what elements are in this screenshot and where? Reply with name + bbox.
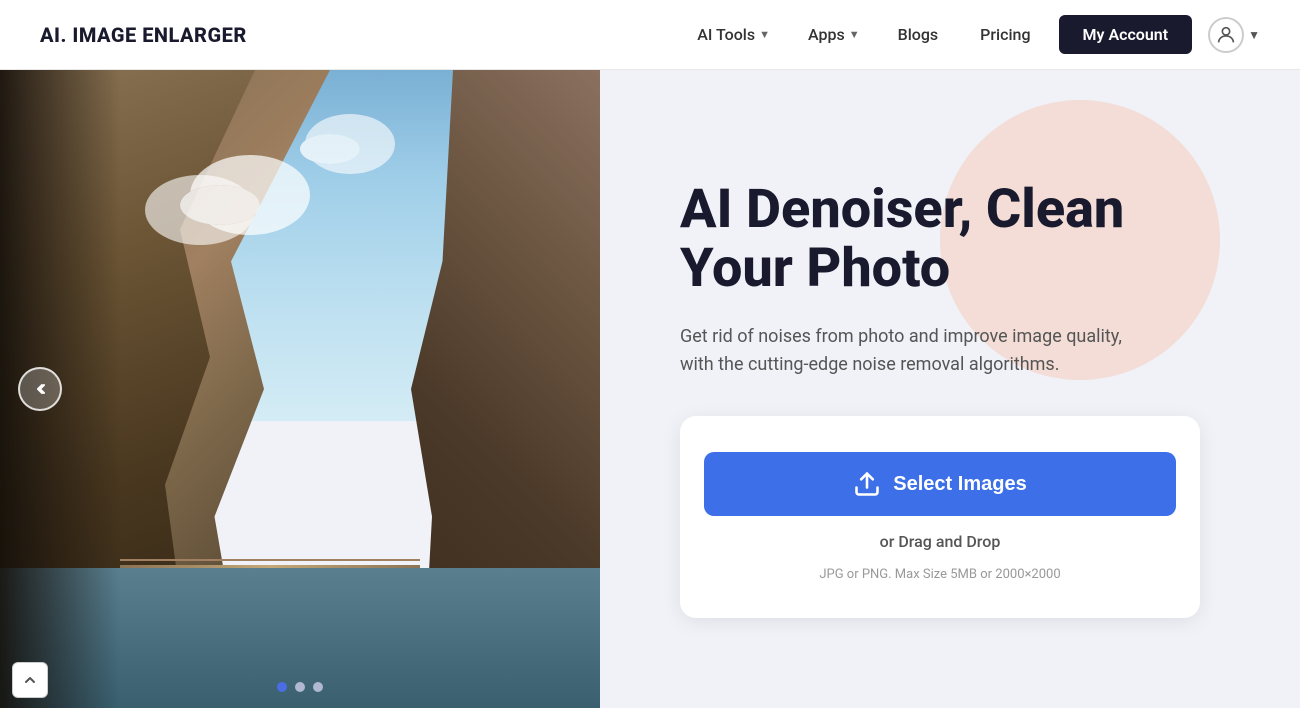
hero-description: Get rid of noises from photo and improve… xyxy=(680,323,1160,381)
select-images-button[interactable]: Select Images xyxy=(704,452,1176,516)
main-content: AI Denoiser, Clean Your Photo Get rid of… xyxy=(0,70,1300,708)
file-hint-text: JPG or PNG. Max Size 5MB or 2000×2000 xyxy=(819,567,1060,582)
content-inner: AI Denoiser, Clean Your Photo Get rid of… xyxy=(680,180,1240,618)
chevron-down-icon: ▼ xyxy=(759,28,770,41)
user-avatar-icon[interactable] xyxy=(1208,17,1244,53)
upload-icon xyxy=(853,470,881,498)
hero-image-panel xyxy=(0,70,600,708)
navbar: AI. IMAGE ENLARGER AI Tools ▼ Apps ▼ Blo… xyxy=(0,0,1300,70)
nav-apps[interactable]: Apps ▼ xyxy=(794,17,874,52)
user-chevron-icon: ▼ xyxy=(1248,28,1260,42)
carousel-prev-button[interactable] xyxy=(18,367,62,411)
hero-title-line1: AI Denoiser, Clean xyxy=(680,178,1124,241)
carousel-dot-2[interactable] xyxy=(295,682,305,692)
nav-pricing[interactable]: Pricing xyxy=(962,17,1048,52)
chevron-down-icon: ▼ xyxy=(849,28,860,41)
carousel-dot-3[interactable] xyxy=(313,682,323,692)
carousel-dot-1[interactable] xyxy=(277,682,287,692)
carousel-dots xyxy=(277,682,323,692)
bridge-rail xyxy=(120,559,420,561)
hero-title: AI Denoiser, Clean Your Photo xyxy=(680,180,1240,299)
nav-blogs[interactable]: Blogs xyxy=(884,17,953,52)
select-images-label: Select Images xyxy=(893,473,1026,496)
nav-apps-label: Apps xyxy=(808,25,845,44)
hero-title-line2: Your Photo xyxy=(680,237,950,300)
nav-links: AI Tools ▼ Apps ▼ Blogs Pricing My Accou… xyxy=(683,15,1260,54)
scroll-up-button[interactable] xyxy=(12,662,48,698)
canyon-image xyxy=(0,70,600,708)
nav-ai-tools[interactable]: AI Tools ▼ xyxy=(683,17,784,52)
drag-drop-text: or Drag and Drop xyxy=(880,532,1001,551)
my-account-button[interactable]: My Account xyxy=(1059,15,1193,54)
site-logo[interactable]: AI. IMAGE ENLARGER xyxy=(40,23,247,47)
bridge xyxy=(120,565,420,568)
user-menu[interactable]: ▼ xyxy=(1202,17,1260,53)
content-panel: AI Denoiser, Clean Your Photo Get rid of… xyxy=(600,70,1300,708)
nav-ai-tools-label: AI Tools xyxy=(697,25,755,44)
upload-box: Select Images or Drag and Drop JPG or PN… xyxy=(680,416,1200,618)
cloud-2 xyxy=(300,134,360,164)
cloud-1 xyxy=(180,185,260,225)
